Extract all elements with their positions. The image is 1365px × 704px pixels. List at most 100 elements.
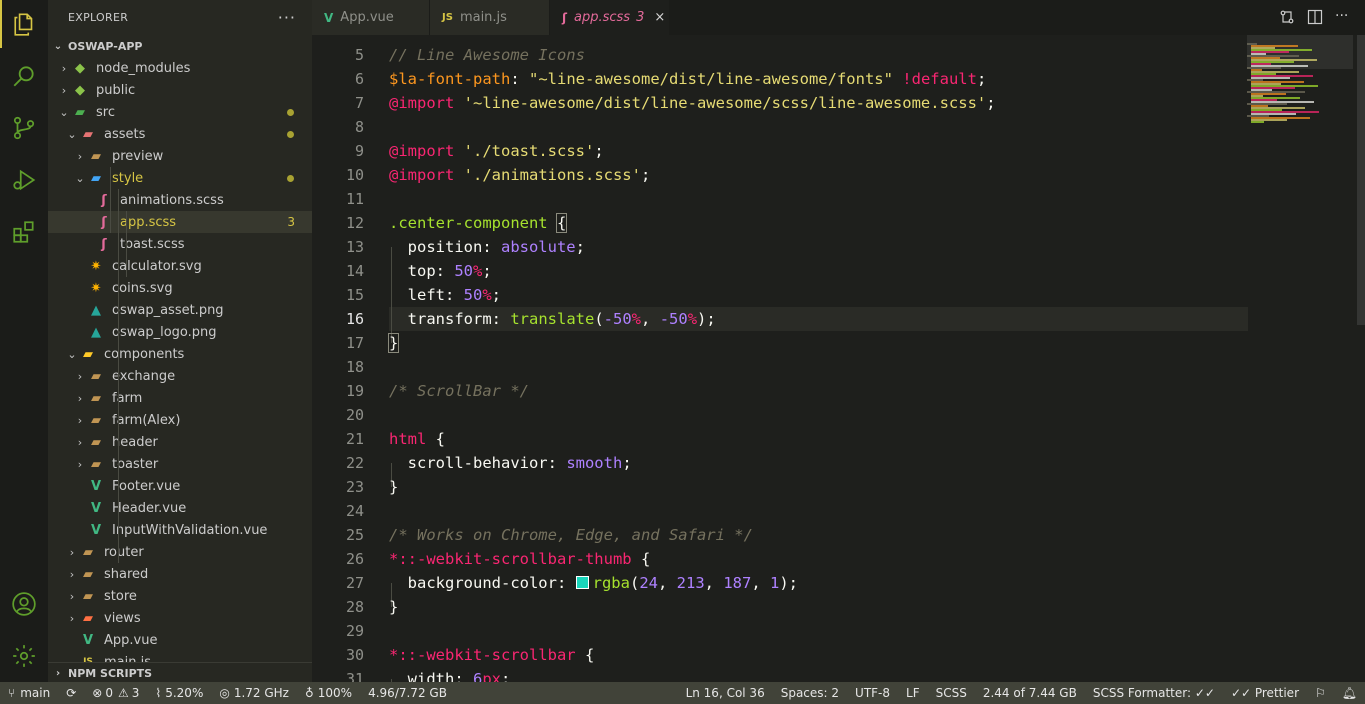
line-code: @import './toast.scss'; [389, 142, 604, 160]
tree-item-label: calculator.svg [112, 258, 202, 274]
line-code: // Line Awesome Icons [389, 46, 585, 64]
tree-folder[interactable]: › ▰ farm [48, 387, 312, 409]
scrollbar-thumb[interactable] [1357, 35, 1365, 325]
tree-folder[interactable]: › ◆ node_modules [48, 57, 312, 79]
tree-folder[interactable]: › ▰ views [48, 607, 312, 629]
search-icon[interactable] [0, 52, 48, 100]
tab-main-js[interactable]: JS main.js [430, 0, 550, 35]
tree-folder[interactable]: › ▰ store [48, 585, 312, 607]
frequency-indicator[interactable]: ◎ 1.72 GHz [211, 682, 297, 704]
tree-folder[interactable]: › ▰ toaster [48, 453, 312, 475]
explorer-title: EXPLORER [68, 11, 129, 24]
code-token: ; [976, 70, 987, 88]
code-token: position: [389, 238, 501, 256]
line-code: @import './animations.scss'; [389, 166, 650, 184]
more-actions-icon[interactable]: ··· [1335, 9, 1351, 25]
encoding[interactable]: UTF-8 [847, 682, 898, 704]
indentation[interactable]: Spaces: 2 [773, 682, 847, 704]
close-icon[interactable]: × [654, 10, 665, 25]
tree-folder[interactable]: › ▰ shared [48, 563, 312, 585]
minimap[interactable] [1247, 35, 1353, 682]
tree-folder[interactable]: › ▰ preview [48, 145, 312, 167]
line-code: } [389, 478, 398, 496]
tree-file[interactable]: ʃ app.scss 3 [48, 211, 312, 233]
run-debug-icon[interactable] [0, 156, 48, 204]
prettier-status[interactable]: ✓✓ Prettier [1223, 682, 1307, 704]
notifications-icon[interactable]: 🔔︎ [1334, 682, 1365, 704]
more-actions-icon[interactable]: ··· [278, 8, 296, 27]
tree-file[interactable]: ʃ toast.scss [48, 233, 312, 255]
split-editor-icon[interactable] [1307, 9, 1323, 25]
code-token: ; [622, 454, 632, 472]
code-line: 18 [312, 355, 1365, 379]
code-editor[interactable]: 5 // Line Awesome Icons 6 $la-font-path: "~… [312, 35, 1365, 682]
tab-app-vue[interactable]: V App.vue [312, 0, 430, 35]
memory-indicator[interactable]: 4.96/7.72 GB [360, 682, 455, 704]
tree-folder[interactable]: ⌄ ▰ style [48, 167, 312, 189]
line-number: 11 [345, 190, 364, 208]
tree-file[interactable]: V App.vue [48, 629, 312, 651]
tree-file[interactable]: ✷ coins.svg [48, 277, 312, 299]
open-changes-icon[interactable] [1279, 9, 1295, 25]
language-mode[interactable]: SCSS [928, 682, 975, 704]
project-section-header[interactable]: ⌄ OSWAP-APP [48, 35, 312, 57]
tree-file[interactable]: V InputWithValidation.vue [48, 519, 312, 541]
code-line: 11 [312, 187, 1365, 211]
problems-indicator[interactable]: ⊗ 0 ⚠ 3 [84, 682, 147, 704]
explorer-icon[interactable] [0, 0, 48, 48]
tree-indent-guide [126, 211, 127, 277]
account-icon[interactable] [0, 580, 48, 628]
tree-folder[interactable]: ⌄ ▰ src [48, 101, 312, 123]
cursor-position[interactable]: Ln 16, Col 36 [678, 682, 773, 704]
tree-folder[interactable]: › ▰ farm(Alex) [48, 409, 312, 431]
end-of-line[interactable]: LF [898, 682, 928, 704]
tree-item-label: farm(Alex) [112, 412, 181, 428]
extensions-icon[interactable] [0, 208, 48, 256]
tree-file[interactable]: ▲ oswap_asset.png [48, 299, 312, 321]
tree-item-label: node_modules [96, 60, 191, 76]
settings-gear-icon[interactable] [0, 632, 48, 680]
tab-app-scss[interactable]: ʃ app.scss 3 × [550, 0, 670, 35]
chevron-down-icon: ⌄ [67, 347, 77, 361]
battery-indicator[interactable]: ♁ 100% [297, 682, 360, 704]
tree-file[interactable]: ✷ calculator.svg [48, 255, 312, 277]
sync-button[interactable]: ⟳ [58, 682, 84, 704]
vue-icon: V [90, 500, 102, 516]
views-folder-icon: ▰ [83, 610, 93, 626]
tree-file[interactable]: V Footer.vue [48, 475, 312, 497]
memory-usage[interactable]: 2.44 of 7.44 GB [975, 682, 1085, 704]
branch-indicator[interactable]: ⑂ main [0, 682, 58, 704]
tab-label: main.js [459, 10, 507, 25]
npm-scripts-section[interactable]: › NPM SCRIPTS [48, 662, 312, 682]
tree-folder[interactable]: › ▰ exchange [48, 365, 312, 387]
folder-icon: ▰ [91, 148, 101, 164]
line-number: 9 [354, 142, 364, 160]
formatter-status[interactable]: SCSS Formatter: ✓✓ [1085, 682, 1223, 704]
tree-folder[interactable]: › ▰ header [48, 431, 312, 453]
tree-folder[interactable]: ⌄ ▰ assets [48, 123, 312, 145]
cpu-indicator[interactable]: ⌇ 5.20% [147, 682, 211, 704]
code-token: ; [575, 238, 585, 256]
tree-folder[interactable]: › ▰ router [48, 541, 312, 563]
tree-file[interactable]: V Header.vue [48, 497, 312, 519]
code-token: 50 [454, 262, 473, 280]
code-token: 50 [463, 286, 483, 304]
line-number: 14 [345, 262, 364, 280]
code-token: : [510, 70, 529, 88]
tree-folder[interactable]: ⌄ ▰ components [48, 343, 312, 365]
code-token: transform: [389, 310, 511, 328]
line-number: 5 [354, 46, 364, 64]
editor-actions: ··· [1279, 9, 1351, 25]
tree-file[interactable]: ʃ animations.scss [48, 189, 312, 211]
tree-folder[interactable]: › ◆ public [48, 79, 312, 101]
tree-item-label: style [112, 170, 144, 186]
vertical-scrollbar[interactable] [1353, 35, 1365, 682]
feedback-icon[interactable]: ⚐ [1307, 682, 1334, 704]
tree-item-label: store [104, 588, 137, 604]
source-control-icon[interactable] [0, 104, 48, 152]
tree-item-label: InputWithValidation.vue [112, 522, 268, 538]
line-code: top: 50%; [389, 262, 492, 280]
tree-file[interactable]: ▲ oswap_logo.png [48, 321, 312, 343]
